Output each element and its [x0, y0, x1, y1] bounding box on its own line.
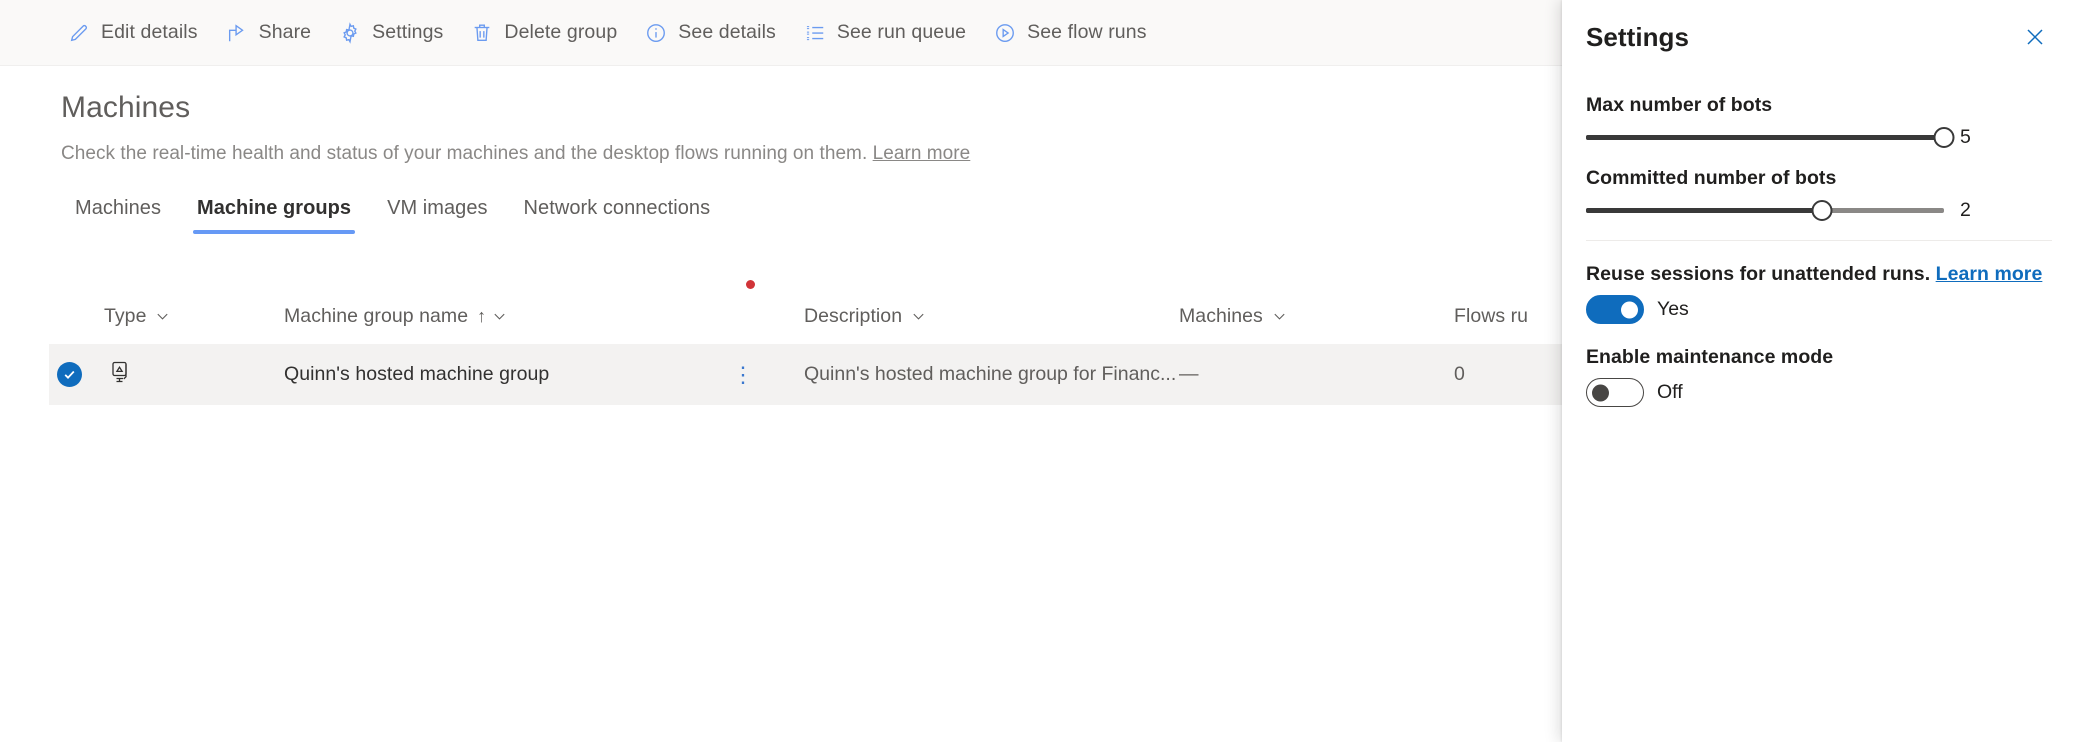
see-flow-runs-button[interactable]: See flow runs: [980, 10, 1160, 56]
edit-details-label: Edit details: [101, 21, 198, 43]
machine-group-icon: [106, 358, 134, 391]
reuse-sessions-toggle[interactable]: [1586, 295, 1644, 324]
tab-network-connections[interactable]: Network connections: [506, 197, 729, 234]
row-machines-cell: —: [1179, 363, 1199, 385]
tab-vm-images[interactable]: VM images: [369, 197, 505, 234]
close-icon[interactable]: [2014, 16, 2056, 58]
row-select-checkbox[interactable]: [49, 362, 104, 387]
committed-bots-slider-fill: [1586, 208, 1823, 213]
row-description-cell: Quinn's hosted machine group for Financ.…: [804, 363, 1177, 385]
max-bots-slider-row: 5: [1586, 126, 2052, 149]
see-flow-runs-label: See flow runs: [1027, 21, 1147, 43]
row-flows-running-cell: 0: [1454, 363, 1465, 385]
toggle-knob: [1592, 384, 1609, 401]
machine-groups-table: Type Machine group name ↑ Description Ma…: [49, 288, 1562, 405]
column-header-type[interactable]: Type: [104, 305, 284, 328]
settings-panel: Settings Max number of bots 5 Committed …: [1562, 0, 2076, 742]
committed-bots-slider[interactable]: [1586, 200, 1944, 222]
chevron-down-icon: [155, 309, 170, 324]
reuse-sessions-learn-more-link[interactable]: Learn more: [1936, 263, 2043, 285]
column-header-flows-label: Flows ru: [1454, 304, 1529, 327]
edit-details-button[interactable]: Edit details: [54, 10, 212, 56]
maintenance-mode-toggle-row: Off: [1586, 378, 2052, 407]
info-icon: [645, 22, 667, 44]
machine-group-name-link[interactable]: Quinn's hosted machine group: [284, 363, 549, 386]
checkmark-icon: [57, 362, 82, 387]
trash-icon: [471, 22, 493, 44]
see-details-button[interactable]: See details: [631, 10, 790, 56]
table-header-row: Type Machine group name ↑ Description Ma…: [49, 288, 1562, 344]
committed-bots-label: Committed number of bots: [1586, 167, 1837, 189]
play-circle-icon: [994, 22, 1016, 44]
page-content: Machines Check the real-time health and …: [0, 66, 1562, 742]
settings-button[interactable]: Settings: [325, 10, 457, 56]
see-details-label: See details: [678, 21, 776, 43]
page-title: Machines: [61, 91, 191, 124]
gear-icon: [339, 21, 361, 44]
tab-machines[interactable]: Machines: [57, 197, 179, 234]
settings-panel-body: Max number of bots 5 Committed number of…: [1562, 74, 2076, 407]
settings-panel-title: Settings: [1586, 21, 1689, 52]
page-subtitle-text: Check the real-time health and status of…: [61, 143, 868, 164]
column-header-description[interactable]: Description: [804, 305, 1179, 328]
max-bots-slider[interactable]: [1586, 127, 1955, 149]
toggle-knob: [1621, 301, 1638, 318]
maintenance-mode-state: Off: [1657, 381, 1683, 403]
share-label: Share: [258, 21, 312, 43]
pencil-icon: [68, 22, 90, 44]
max-bots-value: 5: [1960, 126, 1971, 148]
panel-divider: [1586, 240, 2052, 241]
column-header-description-label: Description: [804, 304, 903, 327]
max-bots-label: Max number of bots: [1586, 94, 1773, 116]
reuse-sessions-label: Reuse sessions for unattended runs. Lear…: [1586, 263, 2052, 286]
column-header-machine-group-name[interactable]: Machine group name ↑: [284, 305, 804, 328]
row-type-icon-cell: [104, 358, 284, 391]
committed-bots-slider-row: 2: [1586, 199, 2052, 222]
sort-ascending-icon: ↑: [477, 305, 487, 326]
column-header-type-label: Type: [104, 304, 147, 327]
reuse-sessions-state: Yes: [1657, 298, 1689, 320]
column-header-flows-running[interactable]: Flows ru: [1454, 305, 1528, 328]
column-header-machines[interactable]: Machines: [1179, 305, 1454, 328]
column-header-machines-label: Machines: [1179, 304, 1263, 327]
command-bar: Edit details Share Settings Delete group…: [0, 0, 1562, 66]
delete-group-button[interactable]: Delete group: [457, 10, 631, 56]
maintenance-mode-label: Enable maintenance mode: [1586, 346, 1834, 368]
app-root: Edit details Share Settings Delete group…: [0, 0, 2076, 742]
table-row[interactable]: Quinn's hosted machine group ⋮ Quinn's h…: [49, 344, 1562, 405]
settings-panel-header: Settings: [1562, 0, 2076, 74]
tab-machine-groups[interactable]: Machine groups: [179, 197, 369, 234]
chevron-down-icon: [492, 309, 507, 324]
share-icon: [226, 22, 248, 44]
max-bots-slider-fill: [1586, 135, 1944, 140]
row-more-actions-icon[interactable]: ⋮: [726, 363, 760, 385]
row-name-cell: Quinn's hosted machine group ⋮: [284, 363, 804, 386]
learn-more-link[interactable]: Learn more: [873, 143, 971, 164]
committed-bots-slider-thumb[interactable]: [1811, 200, 1833, 221]
settings-label: Settings: [372, 21, 444, 43]
tab-list: Machines Machine groups VM images Networ…: [57, 197, 728, 234]
chevron-down-icon: [911, 309, 926, 324]
max-bots-slider-thumb[interactable]: [1933, 127, 1955, 148]
reuse-sessions-toggle-row: Yes: [1586, 295, 2052, 324]
list-icon: [804, 22, 826, 44]
share-button[interactable]: Share: [212, 10, 326, 56]
maintenance-mode-toggle[interactable]: [1586, 378, 1644, 407]
delete-group-label: Delete group: [504, 21, 618, 43]
column-header-name-label: Machine group name: [284, 304, 469, 327]
chevron-down-icon: [1272, 309, 1287, 324]
see-run-queue-button[interactable]: See run queue: [790, 10, 980, 56]
page-subtitle: Check the real-time health and status of…: [61, 143, 970, 165]
see-run-queue-label: See run queue: [836, 21, 967, 43]
reuse-sessions-text: Reuse sessions for unattended runs.: [1586, 263, 1931, 285]
committed-bots-value: 2: [1960, 199, 1971, 221]
